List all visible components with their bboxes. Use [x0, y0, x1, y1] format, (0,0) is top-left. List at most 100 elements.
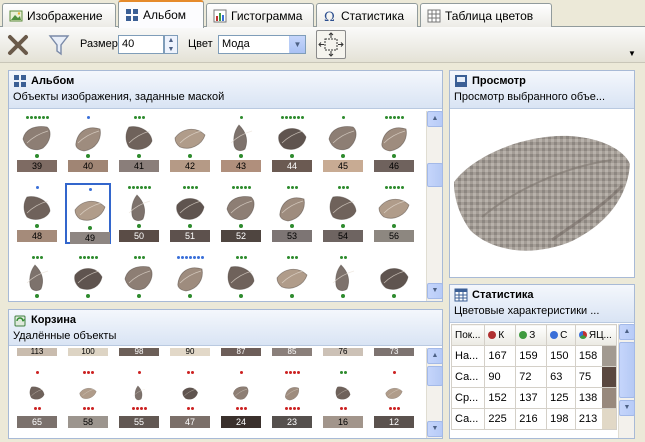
tab-histogram[interactable]: Гистограмма	[206, 3, 314, 27]
album-item[interactable]: 56	[371, 183, 417, 244]
object-thumbnail	[283, 385, 301, 402]
album-item[interactable]: 44	[269, 113, 315, 174]
album-item[interactable]: 42	[167, 113, 213, 174]
object-number: 85	[272, 348, 312, 356]
trash-item[interactable]: 65	[14, 360, 60, 436]
scroll-down-icon[interactable]: ▼	[619, 400, 635, 416]
album-item[interactable]	[116, 253, 162, 301]
chevron-down-icon[interactable]: ▼	[289, 36, 305, 53]
object-markers	[116, 115, 162, 121]
album-item[interactable]: 41	[116, 113, 162, 174]
stats-col-brightness[interactable]: ЯЦ...	[574, 324, 617, 346]
scroll-up-icon[interactable]: ▲	[427, 111, 443, 127]
stats-cell-g: 216	[515, 408, 548, 430]
album-item[interactable]: 45	[320, 113, 366, 174]
spin-down-icon[interactable]: ▼	[165, 45, 177, 54]
object-markers	[14, 406, 60, 412]
album-item[interactable]: 40	[65, 113, 111, 174]
stats-scrollbar[interactable]: ▲ ▼	[618, 324, 635, 438]
spin-up-icon[interactable]: ▲	[165, 36, 177, 45]
object-number: 98	[119, 348, 159, 356]
trash-item[interactable]: 23	[269, 360, 315, 436]
album-item[interactable]: 48	[14, 183, 60, 244]
trash-item[interactable]: 58	[65, 360, 111, 436]
album-scrollbar[interactable]: ▲ ▼	[426, 111, 443, 301]
stats-cell-r: 225	[484, 408, 517, 430]
fit-button[interactable]	[316, 30, 346, 59]
scroll-down-icon[interactable]: ▼	[427, 283, 443, 299]
object-thumbnail	[21, 123, 53, 153]
stats-row[interactable]: Са... 225 216 198 213	[451, 408, 617, 430]
object-markers	[67, 187, 113, 193]
trash-scroll-thumb[interactable]	[427, 366, 443, 386]
scroll-down-icon[interactable]: ▼	[427, 421, 443, 437]
filter-button[interactable]	[48, 33, 70, 57]
album-item[interactable]: 39	[14, 113, 60, 174]
object-number: 23	[272, 416, 312, 428]
stats-row[interactable]: На... 167 159 150 158	[451, 345, 617, 367]
object-thumbnail	[174, 123, 206, 153]
trash-item[interactable]: 24	[218, 360, 264, 436]
stats-scroll-thumb[interactable]	[619, 342, 635, 398]
svg-text:Ω: Ω	[324, 10, 335, 23]
color-table-icon	[427, 9, 441, 22]
trash-item[interactable]: 55	[116, 360, 162, 436]
stats-col-red[interactable]: К	[484, 324, 517, 346]
status-dot	[86, 294, 90, 298]
status-dot	[392, 154, 396, 158]
status-dot	[35, 154, 39, 158]
scroll-up-icon[interactable]: ▲	[619, 324, 635, 340]
album-item[interactable]: 51	[167, 183, 213, 244]
stats-cell-g: 72	[515, 366, 548, 388]
size-label: Размер	[80, 38, 118, 50]
stats-col-green-label: З	[529, 329, 536, 341]
trash-item[interactable]: 12	[371, 360, 417, 436]
tab-color-table[interactable]: Таблица цветов	[420, 3, 552, 27]
album-item[interactable]	[269, 253, 315, 301]
object-number: 41	[119, 160, 159, 172]
delete-button[interactable]	[6, 33, 30, 57]
album-scroll-thumb[interactable]	[427, 163, 443, 187]
album-item[interactable]	[320, 253, 366, 301]
tab-statistics[interactable]: Ω Статистика	[316, 3, 418, 27]
trash-scrollbar[interactable]: ▲ ▼	[426, 348, 443, 438]
album-item[interactable]: 52	[218, 183, 264, 244]
album-item[interactable]: 54	[320, 183, 366, 244]
stats-col-green[interactable]: З	[515, 324, 548, 346]
object-thumbnail	[72, 263, 104, 293]
album-item[interactable]: 46	[371, 113, 417, 174]
object-number: 24	[221, 416, 261, 428]
album-item[interactable]	[371, 253, 417, 301]
album-icon	[14, 75, 26, 87]
filter-icon	[48, 35, 70, 56]
toolbar-overflow-icon[interactable]: ▼	[628, 49, 636, 58]
stats-cell-label: На...	[451, 345, 486, 367]
trash-item[interactable]: 47	[167, 360, 213, 436]
album-item[interactable]: 49	[65, 183, 111, 244]
stats-row[interactable]: Са... 90 72 63 75	[451, 366, 617, 388]
scroll-up-icon[interactable]: ▲	[427, 348, 443, 364]
tab-image[interactable]: Изображение	[2, 3, 116, 27]
object-number: 47	[170, 416, 210, 428]
color-select[interactable]: Мода ▼	[218, 35, 306, 54]
object-number: 48	[17, 230, 57, 242]
album-item[interactable]: 53	[269, 183, 315, 244]
trash-item[interactable]: 16	[320, 360, 366, 436]
status-dot	[239, 224, 243, 228]
tab-album[interactable]: Альбом	[118, 0, 204, 28]
album-item[interactable]	[218, 253, 264, 301]
tab-image-label: Изображение	[27, 8, 103, 23]
album-item[interactable]: 43	[218, 113, 264, 174]
album-item[interactable]	[65, 253, 111, 301]
album-subtitle: Объекты изображения, заданные маской	[13, 91, 225, 103]
stats-col-blue[interactable]: С	[546, 324, 576, 346]
album-item[interactable]	[14, 253, 60, 301]
status-dot	[392, 294, 396, 298]
size-spinner[interactable]: ▲ ▼	[164, 35, 178, 54]
album-item[interactable]	[167, 253, 213, 301]
album-item[interactable]: 50	[116, 183, 162, 244]
object-thumbnail	[181, 385, 199, 402]
stats-row[interactable]: Ср... 152 137 125 138	[451, 387, 617, 409]
stats-col-indicator[interactable]: Пок...	[451, 324, 486, 346]
size-input[interactable]: 40	[118, 35, 164, 54]
